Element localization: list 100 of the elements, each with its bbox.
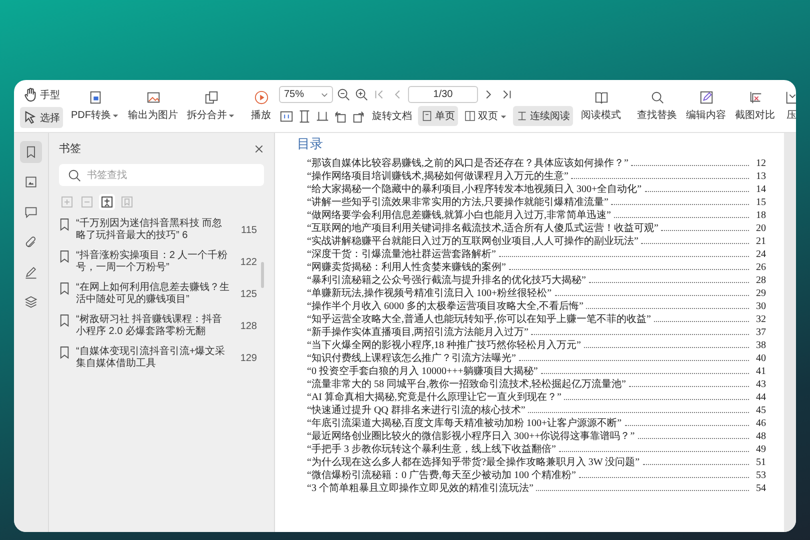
toc-entry[interactable]: “讲解一些知乎引流效果非常实用的方法,只要操作就能引爆精准流量” [307,196,608,209]
toolbar-button[interactable]: PDF转换 [68,88,122,124]
bookmark-title[interactable]: “抖音涨粉实操项目：2 人一个千粉号，一周一个万粉号” [76,250,231,274]
toc-entry[interactable]: “3 个简单粗暴且立即操作立即见效的精准引流玩法” [307,482,534,495]
outline-tool-button[interactable] [99,194,115,210]
two-page-icon [464,110,476,122]
bookmark-page-number: 129 [239,352,257,364]
zoom-in-icon[interactable] [354,87,369,102]
toc-entry[interactable]: “操作网络项目培训赚钱术,揭秘如何做课程月入万元的生意” [307,170,568,183]
bookmark-title[interactable]: “树敌研习社 抖音赚钱课程：抖音小程序 2.0 必爆套路零粉无翻 [76,314,231,338]
toolbar-button[interactable]: 编辑内容 [683,88,729,124]
bookmark-title[interactable]: “自媒体变现引流抖音引流+爆文采集自媒体借助工具 [76,346,231,370]
play-button[interactable]: 播放 [248,88,274,124]
select-tool-button[interactable]: 选择 [20,107,63,128]
toc-entry[interactable]: “流量非常大的 58 同城平台,教你一招致命引流技术,轻松掘起亿万流量池” [307,378,626,391]
zoom-field[interactable]: 75% [279,86,333,103]
toc-entry[interactable]: “给大家揭秘一个隐藏中的暴利项目,小程序转发本地视频日入 300+全自动化” [307,183,642,196]
search-field[interactable]: 书签查找 [59,164,264,186]
toc-page-number: 15 [755,196,766,209]
toc-page-number: 44 [755,391,766,404]
book-icon [594,90,608,105]
reading-mode-button[interactable]: 阅读模式 [578,88,624,124]
toc-entry[interactable]: “最近网络创业圈比较火的微信影视小程序日入 300++你说得这事靠谱吗？” [307,430,635,443]
picture-icon [24,175,38,189]
play-icon [254,90,268,105]
bookmark-title[interactable]: “在网上如何利用信息差去赚钱？生活中随处可见的赚钱项目” [76,282,231,306]
view-mode-button[interactable]: 双页 [461,106,510,126]
toc-page-number: 45 [755,404,766,417]
toc-page-number: 49 [755,443,766,456]
panel-title: 书签 [59,142,81,156]
rotate-document-button[interactable]: 旋转文档 [369,106,415,126]
toc-page-number: 41 [755,365,766,378]
toc-entry[interactable]: “单赚新玩法,操作视频号精准引流日入 100+粉丝很轻松” [307,287,552,300]
bookmark-icon [24,145,38,159]
toc-entry[interactable]: “快速通过提升 QQ 群排名来进行引流的核心技术” [307,404,526,417]
minus-square-icon [80,195,94,209]
toc-entry[interactable]: “知乎运营全攻略大全,普通人也能玩转知乎,你可以在知乎上赚一笔不菲的收益” [307,313,651,326]
toc-entry[interactable]: “互联网的地产项目利用关键词排名截流技术,适合所有人傻瓜式运营！收益可观” [307,222,658,235]
toc-page-number: 26 [755,261,766,274]
single-page-icon [421,110,433,122]
continuous-scroll-icon [516,110,528,122]
toc-page-number: 37 [755,326,766,339]
bookmark-square-icon [120,195,134,209]
toc-page-number: 53 [755,469,766,482]
fit-height-icon[interactable] [297,108,312,124]
toc-entry[interactable]: “AI 算命真相大揭秘,究竟是什么原理让它一直火到现在？” [307,391,562,404]
bookmark-icon [59,282,70,295]
rotate-left-icon[interactable] [333,108,348,124]
toc-entry[interactable]: “那该自媒体比较容易赚钱,之前的风口是否还存在？具体应该如何操作？” [307,157,628,170]
toc-page-number: 54 [755,482,766,495]
bookmark-icon [59,314,70,327]
toc-entry[interactable]: “新手操作实体直播项目,两招引流方法能月入过万” [307,326,528,339]
toc-entry[interactable]: “当下火爆全网的影视小程序,18 种推广技巧然你轻松月入万元” [307,339,581,352]
view-mode-button[interactable]: 连续阅读 [513,106,573,126]
fit-page-icon[interactable] [279,108,294,124]
toc-entry[interactable]: “暴利引流秘籍之公众号强行截流与提升排名的优化技巧大揭秘” [307,274,586,287]
toc-entry[interactable]: “实战讲解稳赚平台就能日入过万的互联网创业项目,人人可操作的副业玩法” [307,235,638,248]
bookmark-plus-icon [100,195,114,209]
toc-page-number: 29 [755,287,766,300]
document-convert-icon [88,90,102,105]
toc-entry[interactable]: “深度干货：引爆流量池社群运营套路解析” [307,248,496,261]
toc-page-number: 43 [755,378,766,391]
toc-page-number: 30 [755,300,766,313]
page-number-field[interactable]: 1/30 [408,86,478,103]
toc-entry[interactable]: “为什么现在这么多人都在选择知乎带货?最全操作攻略兼职月入 3W 没问题” [307,456,640,469]
toc-page-number: 46 [755,417,766,430]
scrollbar-thumb[interactable] [261,262,264,288]
toc-heading: 目录 [297,135,324,153]
toc-page-number: 14 [755,183,766,196]
toc-entry[interactable]: “网赚卖货揭秘：利用人性贪婪来赚钱的案例” [307,261,506,274]
toc-entry[interactable]: “操作半个月收入 6000 多的太极拳运营项目攻略大全,不看后悔” [307,300,584,313]
toc-page-number: 18 [755,209,766,222]
close-icon[interactable] [254,144,264,154]
bookmark-icon [59,250,70,263]
toc-page-number: 40 [755,352,766,365]
toolbar-button[interactable]: 截图对比 [732,88,778,124]
toolbar-button[interactable]: 拆分合并 [184,88,238,124]
sidebar-tab[interactable] [20,141,42,163]
layers-icon [24,295,38,309]
toc-page-number: 20 [755,222,766,235]
zoom-out-icon[interactable] [336,87,351,102]
rotate-right-icon[interactable] [351,108,366,124]
hand-tool-button[interactable]: 手型 [20,84,63,105]
toc-page-number: 12 [755,157,766,170]
bookmark-title[interactable]: “千万别因为迷信抖音黑科技 而忽略了玩抖音最大的技巧” 6 [76,218,231,242]
bookmark-page-number: 122 [239,256,257,268]
toc-entry[interactable]: “0 投资空手套白狼的月入 10000+++躺赚项目大揭秘” [307,365,538,378]
toc-entry[interactable]: “知识付费线上课程该怎么推广？引流方法曝光” [307,352,516,365]
bookmark-icon [59,218,70,231]
toolbar-button[interactable]: 压 [781,88,796,124]
toc-entry[interactable]: “微信爆粉引流秘籍：0 广告费,每天至少被动加 100 个精准粉” [307,469,576,482]
toolbar-button[interactable]: 输出为图片 [125,88,181,124]
compare-icon [748,90,762,105]
view-mode-button[interactable]: 单页 [418,106,458,126]
toc-entry[interactable]: “做网络要学会利用信息差赚钱,就算小白也能月入过万,非常简单迅速” [307,209,611,222]
toc-entry[interactable]: “年底引流渠道大揭秘,百度文库每天精准被动加粉 100+让客户源源不断” [307,417,622,430]
toc-entry[interactable]: “手把手 3 步教你玩转这个暴利生意，线上线下收益翻倍” [307,443,556,456]
toolbar-button[interactable]: 查找替换 [634,88,680,124]
toc-page-number: 24 [755,248,766,261]
toc-page-number: 28 [755,274,766,287]
